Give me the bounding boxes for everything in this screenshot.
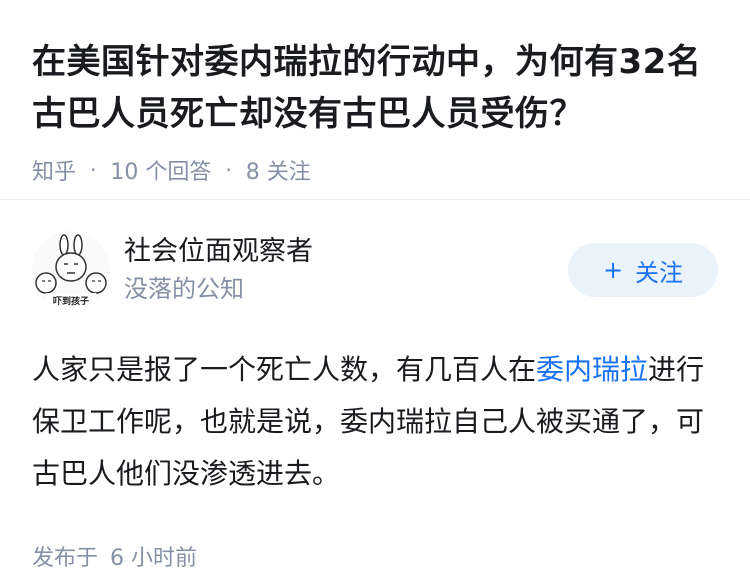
author-info: 社会位面观察者 没落的公知 xyxy=(124,234,568,306)
avatar-caption: 吓到孩子 xyxy=(53,295,89,307)
meta-separator: · xyxy=(90,158,97,182)
answer-content: 人家只是报了一个死亡人数，有几百人在委内瑞拉进行保卫工作呢，也就是说，委内瑞拉自… xyxy=(32,344,718,500)
meta-separator: · xyxy=(225,158,232,182)
avatar-cartoon-icon: 吓到孩子 xyxy=(32,231,110,309)
posted-prefix: 发布于 xyxy=(32,546,99,571)
venezuela-link[interactable]: 委内瑞拉 xyxy=(536,353,648,386)
avatar[interactable]: 吓到孩子 xyxy=(32,231,110,309)
posted-time-value: 6 小时前 xyxy=(110,546,198,571)
author-bio: 没落的公知 xyxy=(124,275,244,303)
follow-label: 关注 xyxy=(635,258,684,287)
question-title[interactable]: 在美国针对委内瑞拉的行动中，为何有32名古巴人员死亡却没有古巴人员受伤？ xyxy=(32,36,718,140)
plus-icon: + xyxy=(602,256,624,284)
follow-button[interactable]: + 关注 xyxy=(568,243,718,297)
content-text: 人家只是报了一个死亡人数，有几百人在 xyxy=(32,353,537,386)
posted-time: 发布于 6 小时前 xyxy=(32,540,718,572)
answer-card: 吓到孩子 社会位面观察者 没落的公知 + 关注 人家只是报了一个死亡人数，有几百… xyxy=(0,200,750,572)
answers-count[interactable]: 10 个回答 xyxy=(110,154,211,186)
followers-count[interactable]: 8 关注 xyxy=(246,154,311,186)
source-label[interactable]: 知乎 xyxy=(32,154,76,186)
author-name[interactable]: 社会位面观察者 xyxy=(124,234,568,270)
question-header: 在美国针对委内瑞拉的行动中，为何有32名古巴人员死亡却没有古巴人员受伤？ 知乎 … xyxy=(0,0,750,200)
author-row: 吓到孩子 社会位面观察者 没落的公知 + 关注 xyxy=(32,230,718,310)
question-meta: 知乎 · 10 个回答 · 8 关注 xyxy=(32,154,718,186)
